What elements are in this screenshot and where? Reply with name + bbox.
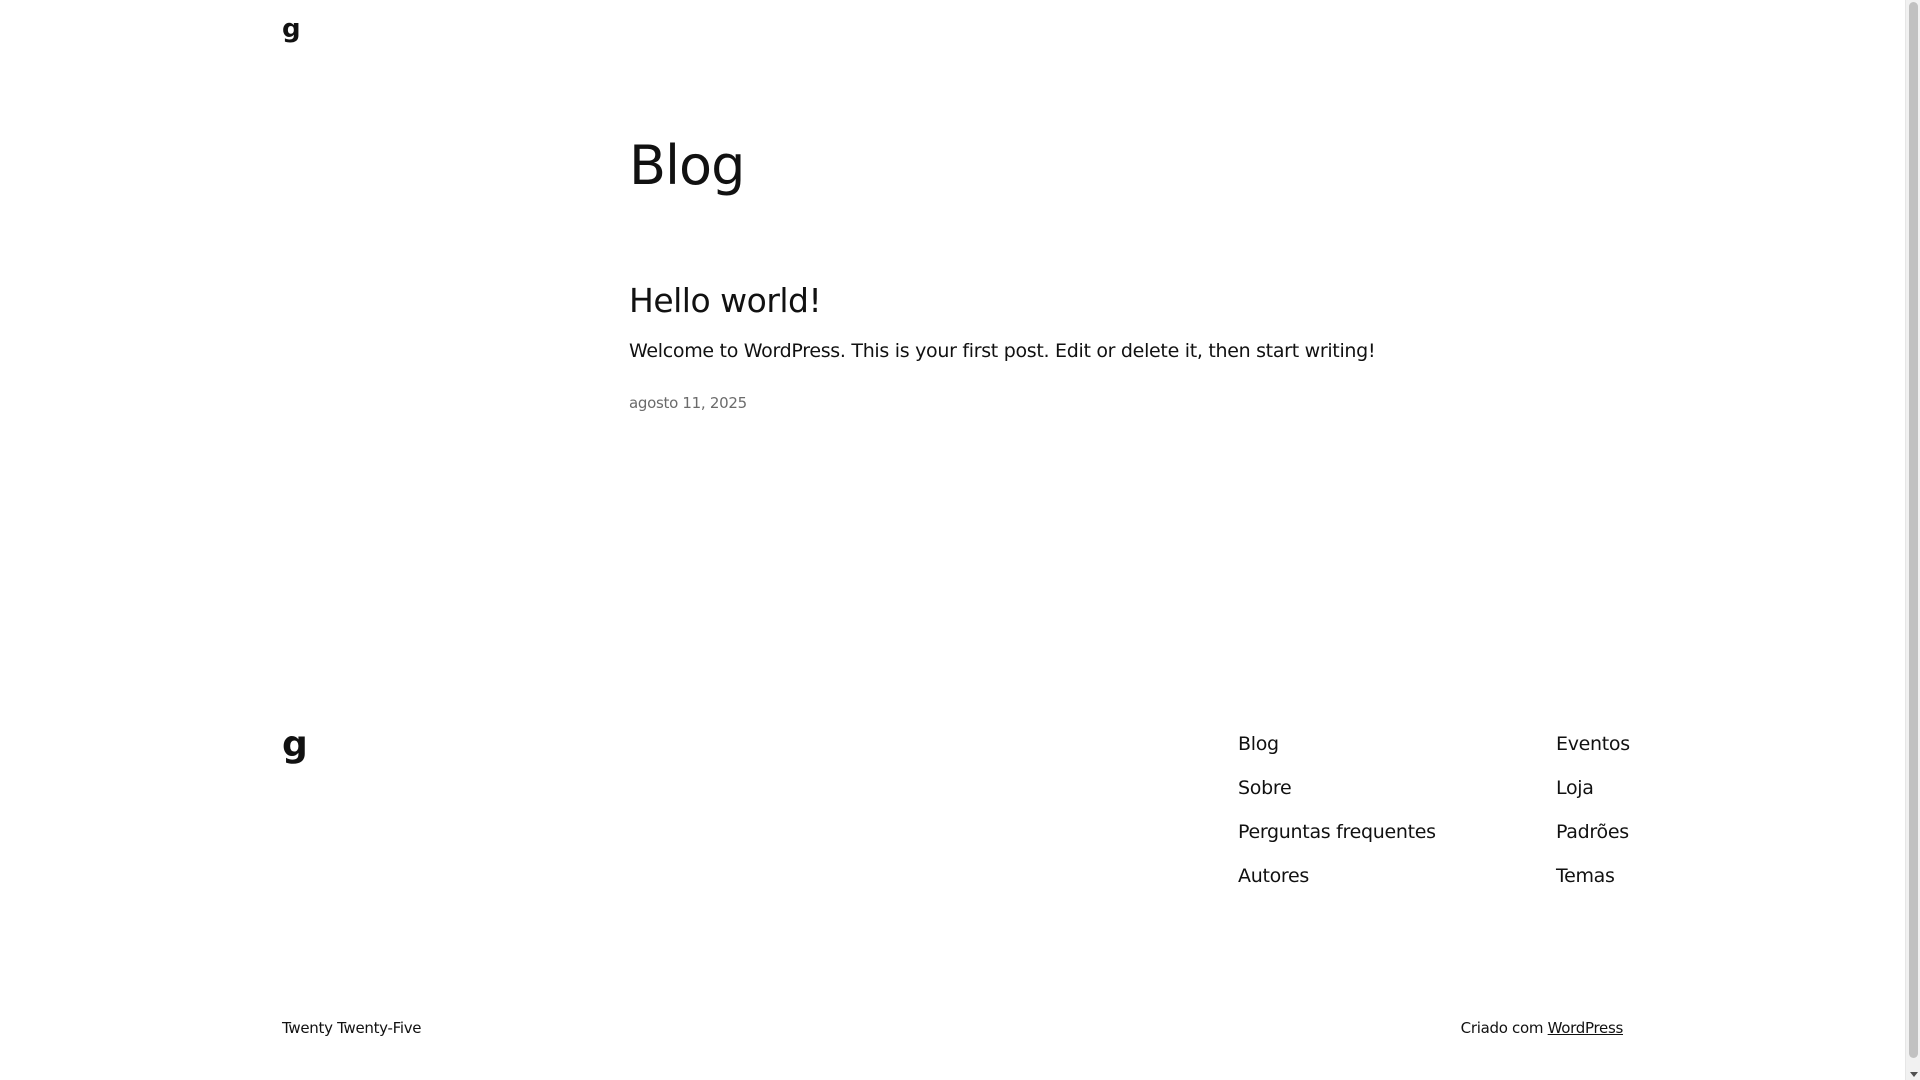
- footer-theme-name: Twenty Twenty-Five: [282, 1019, 422, 1037]
- scroll-down-arrow-icon[interactable]: [1910, 1072, 1918, 1077]
- page: g Blog Hello world! Welcome to WordPress…: [0, 0, 1920, 1080]
- footer-link-temas[interactable]: Temas: [1556, 865, 1615, 887]
- footer-link-padroes[interactable]: Padrões: [1556, 821, 1629, 843]
- footer-credit-link[interactable]: WordPress: [1548, 1019, 1624, 1037]
- footer-site-logo[interactable]: g: [282, 727, 308, 763]
- post-excerpt: Welcome to WordPress. This is your first…: [629, 340, 1376, 362]
- footer-nav-item: Loja: [1556, 776, 1630, 820]
- footer-link-faq[interactable]: Perguntas frequentes: [1238, 821, 1436, 843]
- footer-nav-item: Eventos: [1556, 732, 1630, 776]
- footer-link-sobre[interactable]: Sobre: [1238, 777, 1292, 799]
- post-title-link[interactable]: Hello world!: [629, 281, 822, 321]
- page-title: Blog: [629, 134, 745, 197]
- footer-link-blog[interactable]: Blog: [1238, 733, 1279, 755]
- footer-link-eventos[interactable]: Eventos: [1556, 733, 1630, 755]
- footer-nav-item: Perguntas frequentes: [1238, 820, 1436, 864]
- footer-nav-column-1: Blog Sobre Perguntas frequentes Autores: [1238, 732, 1436, 908]
- footer-nav-item: Temas: [1556, 864, 1630, 908]
- footer-nav-item: Sobre: [1238, 776, 1436, 820]
- footer-credit: Criado com WordPress: [1460, 1019, 1624, 1037]
- footer-nav-item: Autores: [1238, 864, 1436, 908]
- scrollbar-thumb[interactable]: [1909, 2, 1918, 1058]
- footer-link-loja[interactable]: Loja: [1556, 777, 1594, 799]
- footer-nav-item: Blog: [1238, 732, 1436, 776]
- post-date[interactable]: agosto 11, 2025: [629, 394, 747, 412]
- footer-credit-prefix: Criado com: [1460, 1019, 1548, 1037]
- vertical-scrollbar[interactable]: [1905, 0, 1920, 1080]
- footer-link-autores[interactable]: Autores: [1238, 865, 1309, 887]
- footer-nav-column-2: Eventos Loja Padrões Temas: [1556, 732, 1630, 908]
- site-logo[interactable]: g: [282, 16, 301, 42]
- footer-nav-item: Padrões: [1556, 820, 1630, 864]
